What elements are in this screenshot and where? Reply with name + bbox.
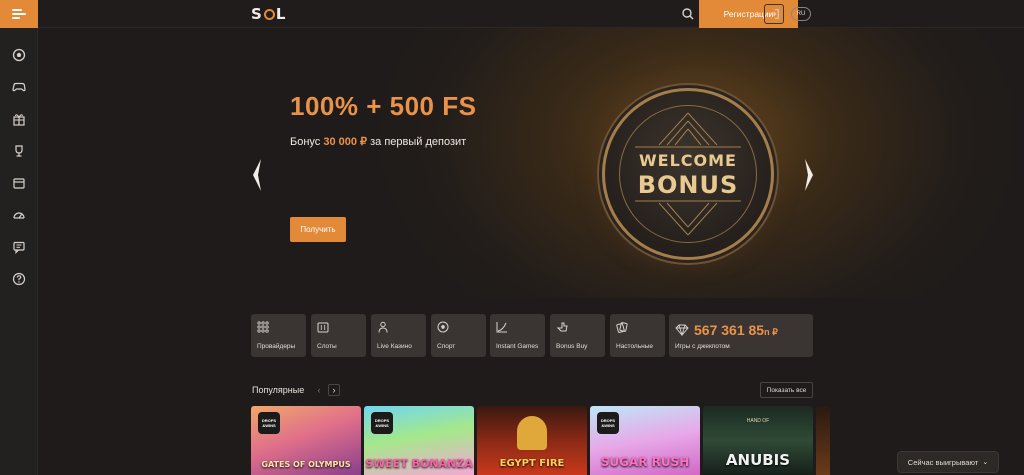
game-title: GATES OF OLYMPUS	[261, 460, 351, 469]
game-card-gates-of-olympus[interactable]: DROPS &WINS GATES OF OLYMPUS	[251, 406, 361, 475]
login-icon	[769, 9, 779, 19]
badge-text: &WINS	[375, 423, 389, 428]
jackpot-value: 567 361 85n ₽	[694, 322, 778, 338]
game-title: ANUBIS	[725, 451, 791, 469]
language-selector[interactable]: RU	[791, 7, 811, 21]
chevron-left-icon	[253, 159, 261, 191]
pharaoh-image	[517, 416, 547, 450]
hero-banner: 100% + 500 FS Бонус 30 000 ₽ за первый д…	[38, 28, 1024, 298]
top-bar: SL Регистрации RU	[38, 0, 1024, 28]
hero-subtitle-suffix: за первый депозит	[367, 136, 467, 148]
jackpot-games-tile[interactable]: 567 361 85n ₽ Игры с джекпотом	[669, 314, 813, 357]
menu-button[interactable]	[0, 0, 38, 28]
gamepad-icon[interactable]	[11, 79, 27, 95]
game-card-egypt-fire[interactable]: EGYPT FIRE	[477, 406, 587, 475]
welcome-bonus-badge: WELCOME BONUS	[602, 88, 774, 260]
category-live-casino[interactable]: Live Казино	[371, 314, 426, 357]
category-instant-games[interactable]: Instant Games	[490, 314, 545, 357]
get-bonus-button[interactable]: Получить	[290, 217, 346, 242]
search-icon[interactable]	[680, 6, 696, 22]
help-icon[interactable]	[11, 271, 27, 287]
hero-title: 100% + 500 FS	[290, 91, 477, 121]
left-sidebar	[0, 0, 38, 475]
drops-wins-badge: DROPS &WINS	[371, 412, 393, 434]
hero-bonus-amount: 30 000 ₽	[323, 136, 368, 148]
soccer-ball-icon[interactable]	[11, 47, 27, 63]
slot-machine-icon	[317, 322, 329, 333]
category-label: Настольные	[616, 343, 653, 350]
jackpot-amount: 567 361 85	[694, 322, 765, 338]
logo-sun-icon	[263, 9, 275, 20]
category-label: Слоты	[317, 343, 337, 350]
game-title: EGYPT FIRE	[499, 458, 565, 469]
badge-text: &WINS	[601, 423, 615, 428]
app-root: SL Регистрации RU 100% + 500 FS Бонус 30…	[0, 0, 1024, 475]
winning-now-button[interactable]: Сейчас выигрывают ⌄	[897, 451, 999, 473]
game-card-sugar-rush[interactable]: DROPS &WINS SUGAR RUSH	[590, 406, 700, 475]
popular-prev-button[interactable]: ‹	[313, 384, 325, 396]
popular-next-button[interactable]: ›	[328, 384, 340, 396]
badge-line-bonus: BONUS	[637, 171, 739, 199]
carousel-prev-button[interactable]	[250, 157, 264, 193]
category-label: Провайдеры	[257, 343, 296, 350]
game-title: SWEET BONANZA	[365, 457, 473, 470]
popular-section-title: Популярные	[252, 385, 305, 395]
category-label: Спорт	[437, 343, 456, 350]
trophy-icon[interactable]	[11, 143, 27, 159]
login-button[interactable]	[764, 4, 784, 24]
gift-icon[interactable]	[11, 111, 27, 127]
dealer-icon	[378, 321, 388, 333]
drops-wins-badge: DROPS &WINS	[597, 412, 619, 434]
hamburger-icon	[12, 9, 26, 19]
badge-line-welcome: WELCOME	[639, 151, 737, 170]
site-logo[interactable]: SL	[251, 5, 286, 23]
hero-subtitle-prefix: Бонус	[290, 136, 324, 148]
speedometer-icon[interactable]	[11, 207, 27, 223]
category-label: Instant Games	[496, 343, 539, 350]
calendar-icon[interactable]	[11, 175, 27, 191]
chevron-right-icon	[805, 159, 813, 191]
drops-wins-badge: DROPS &WINS	[258, 412, 280, 434]
category-label: Bonus Buy	[556, 343, 588, 350]
winning-now-label: Сейчас выигрывают	[907, 457, 979, 467]
jackpot-amount-tail: n ₽	[764, 327, 778, 337]
game-card-sweet-bonanza[interactable]: DROPS &WINS SWEET BONANZA	[364, 406, 474, 475]
jackpot-label: Игры с джекпотом	[675, 343, 730, 350]
chevron-right-icon: ›	[332, 385, 336, 395]
category-providers[interactable]: Провайдеры	[251, 314, 306, 357]
game-title: SUGAR RUSH	[600, 455, 690, 469]
soccer-ball-icon	[437, 321, 449, 333]
chevron-left-icon: ‹	[317, 385, 321, 395]
grid-icon	[257, 321, 269, 333]
cards-icon	[616, 322, 628, 333]
category-slots[interactable]: Слоты	[311, 314, 366, 357]
chevron-down-icon: ⌄	[982, 459, 989, 466]
chat-icon[interactable]	[11, 239, 27, 255]
category-label: Live Казино	[377, 343, 412, 350]
badge-text: &WINS	[262, 423, 276, 428]
category-bonus-buy[interactable]: Bonus Buy	[550, 314, 605, 357]
hero-subtitle: Бонус 30 000 ₽ за первый депозит	[290, 135, 466, 148]
game-card-hand-of-anubis[interactable]: HAND OF ANUBIS	[703, 406, 813, 475]
hand-icon	[556, 322, 568, 332]
category-table-games[interactable]: Настольные	[610, 314, 665, 357]
game-card-partial[interactable]	[816, 406, 830, 475]
diamond-icon	[675, 324, 689, 336]
show-all-button[interactable]: Показать все	[760, 382, 813, 398]
chart-line-icon	[496, 322, 507, 333]
game-subtitle: HAND OF	[746, 418, 770, 424]
carousel-next-button[interactable]	[802, 157, 816, 193]
category-sport[interactable]: Спорт	[431, 314, 486, 357]
